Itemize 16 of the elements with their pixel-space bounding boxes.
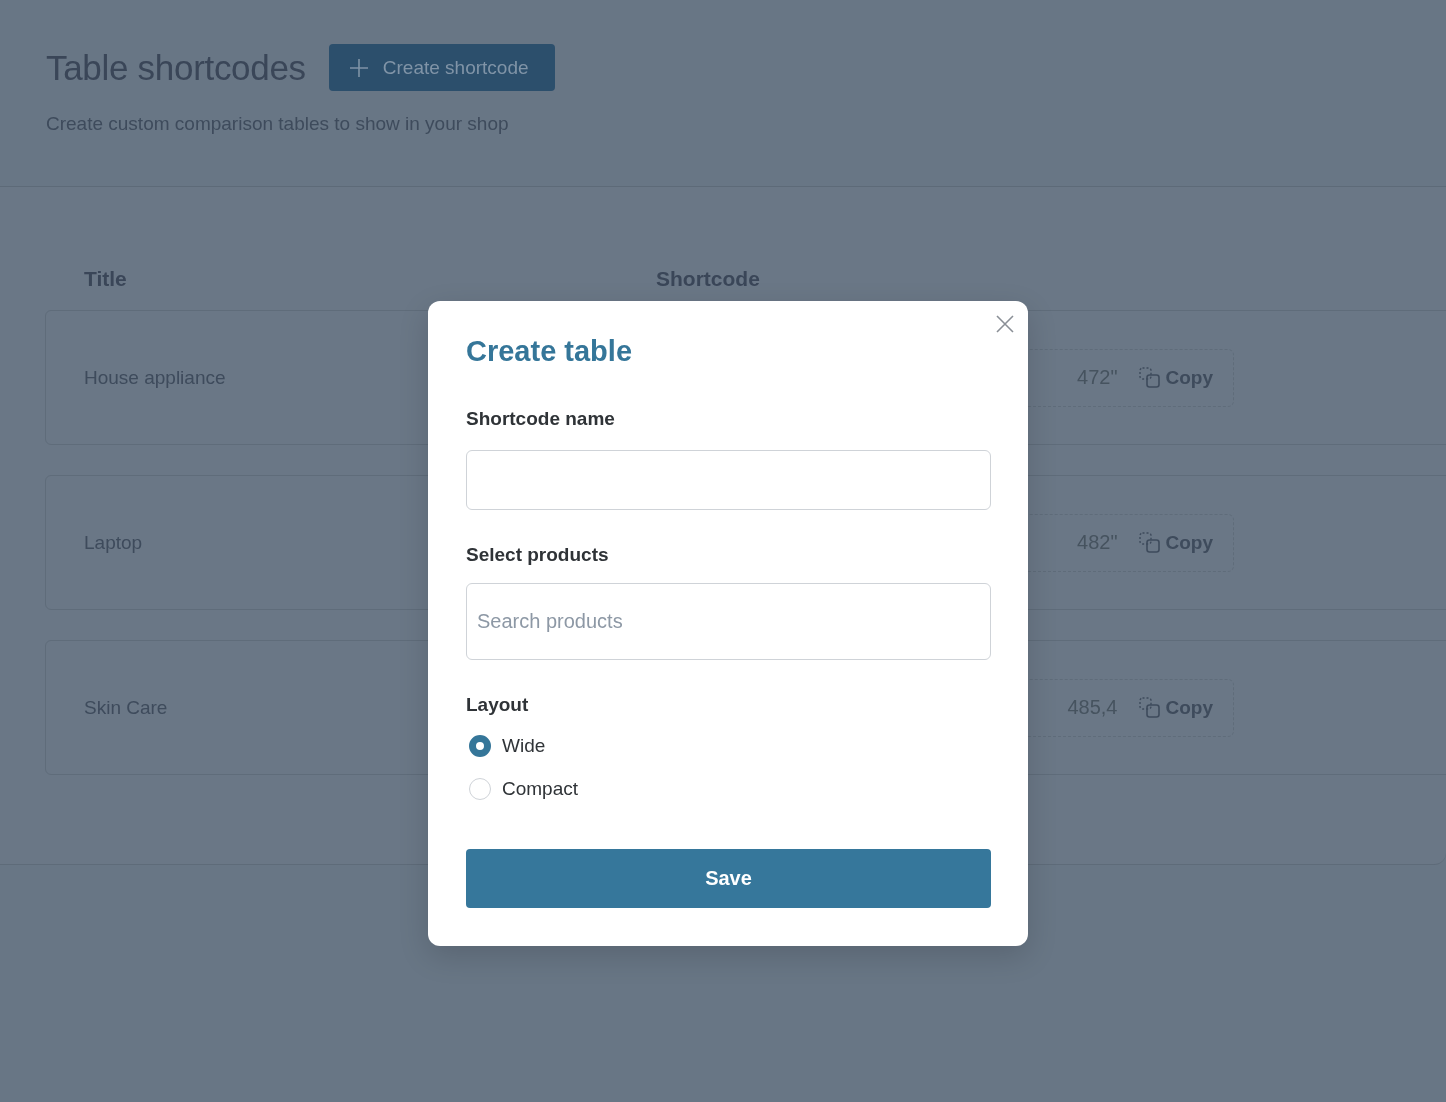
field-label: Layout [466, 694, 530, 716]
create-shortcode-button[interactable]: Create shortcode [328, 44, 555, 91]
close-icon[interactable] [996, 315, 1014, 333]
copy-icon [1137, 365, 1162, 390]
radio-button[interactable] [469, 735, 491, 757]
copy-icon [1137, 695, 1162, 720]
copy-icon [1137, 530, 1162, 555]
radio-label[interactable]: Compact [502, 778, 579, 800]
field-label: Shortcode name [466, 408, 616, 430]
plus-icon [348, 57, 369, 78]
radio-label[interactable]: Wide [502, 735, 546, 757]
shortcode-name-field[interactable] [466, 450, 991, 510]
dialog-title: Create table [466, 335, 633, 368]
search-products-field[interactable]: Search products [466, 583, 991, 660]
save-button[interactable]: Save [466, 849, 991, 908]
field-label: Select products [466, 544, 610, 566]
